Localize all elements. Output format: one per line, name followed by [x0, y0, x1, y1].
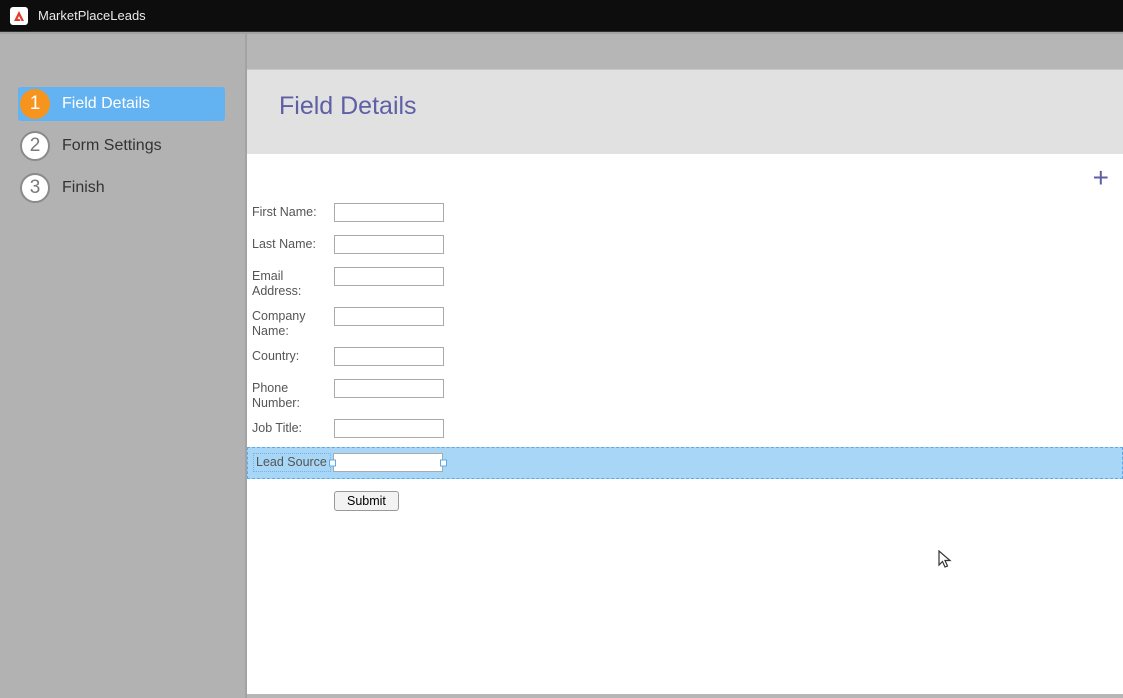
field-row-lead-source[interactable]: Lead Source: [247, 447, 1123, 479]
field-row-email[interactable]: Email Address:: [247, 263, 1123, 303]
country-input[interactable]: [334, 347, 444, 366]
phone-input[interactable]: [334, 379, 444, 398]
app-title: MarketPlaceLeads: [38, 8, 146, 23]
main-content: Field Details + First Name: Last Name: E…: [247, 34, 1123, 698]
company-input[interactable]: [334, 307, 444, 326]
field-label: Country:: [252, 347, 332, 364]
field-label: Job Title:: [252, 419, 332, 436]
email-input[interactable]: [334, 267, 444, 286]
field-row-company[interactable]: Company Name:: [247, 303, 1123, 343]
field-label: Phone Number:: [252, 379, 332, 411]
field-row-first-name[interactable]: First Name:: [247, 199, 1123, 231]
submit-button[interactable]: Submit: [334, 491, 399, 511]
fields-container: First Name: Last Name: Email Address: Co…: [247, 154, 1123, 516]
field-row-country[interactable]: Country:: [247, 343, 1123, 375]
step-finish[interactable]: 3 Finish: [18, 171, 235, 205]
add-field-button[interactable]: +: [1093, 164, 1109, 192]
page-title: Field Details: [279, 92, 1123, 121]
first-name-input[interactable]: [334, 203, 444, 222]
step-number: 3: [20, 173, 50, 203]
last-name-input[interactable]: [334, 235, 444, 254]
field-label: First Name:: [252, 203, 332, 220]
wizard-sidebar: 1 Field Details 2 Form Settings 3 Finish: [0, 34, 247, 698]
field-label: Company Name:: [252, 307, 332, 339]
step-field-details[interactable]: 1 Field Details: [18, 87, 225, 121]
plus-icon: +: [1093, 162, 1109, 193]
main-layout: 1 Field Details 2 Form Settings 3 Finish…: [0, 32, 1123, 698]
field-label: Last Name:: [252, 235, 332, 252]
field-label: Email Address:: [252, 267, 332, 299]
form-panel: + First Name: Last Name: Email Address: …: [247, 154, 1123, 694]
step-number: 2: [20, 131, 50, 161]
step-number: 1: [20, 89, 50, 119]
step-label: Field Details: [62, 95, 150, 113]
toolbar-spacer: [247, 34, 1123, 69]
app-icon: [10, 7, 28, 25]
step-label: Form Settings: [62, 137, 162, 155]
submit-row: Submit: [247, 479, 1123, 516]
step-label: Finish: [62, 179, 105, 197]
field-row-last-name[interactable]: Last Name:: [247, 231, 1123, 263]
field-label: Lead Source: [253, 453, 331, 472]
step-form-settings[interactable]: 2 Form Settings: [18, 129, 235, 163]
lead-source-input[interactable]: [333, 453, 443, 472]
field-row-job-title[interactable]: Job Title:: [247, 415, 1123, 447]
title-bar: MarketPlaceLeads: [0, 0, 1123, 32]
job-title-input[interactable]: [334, 419, 444, 438]
field-row-phone[interactable]: Phone Number:: [247, 375, 1123, 415]
section-header: Field Details: [247, 69, 1123, 154]
